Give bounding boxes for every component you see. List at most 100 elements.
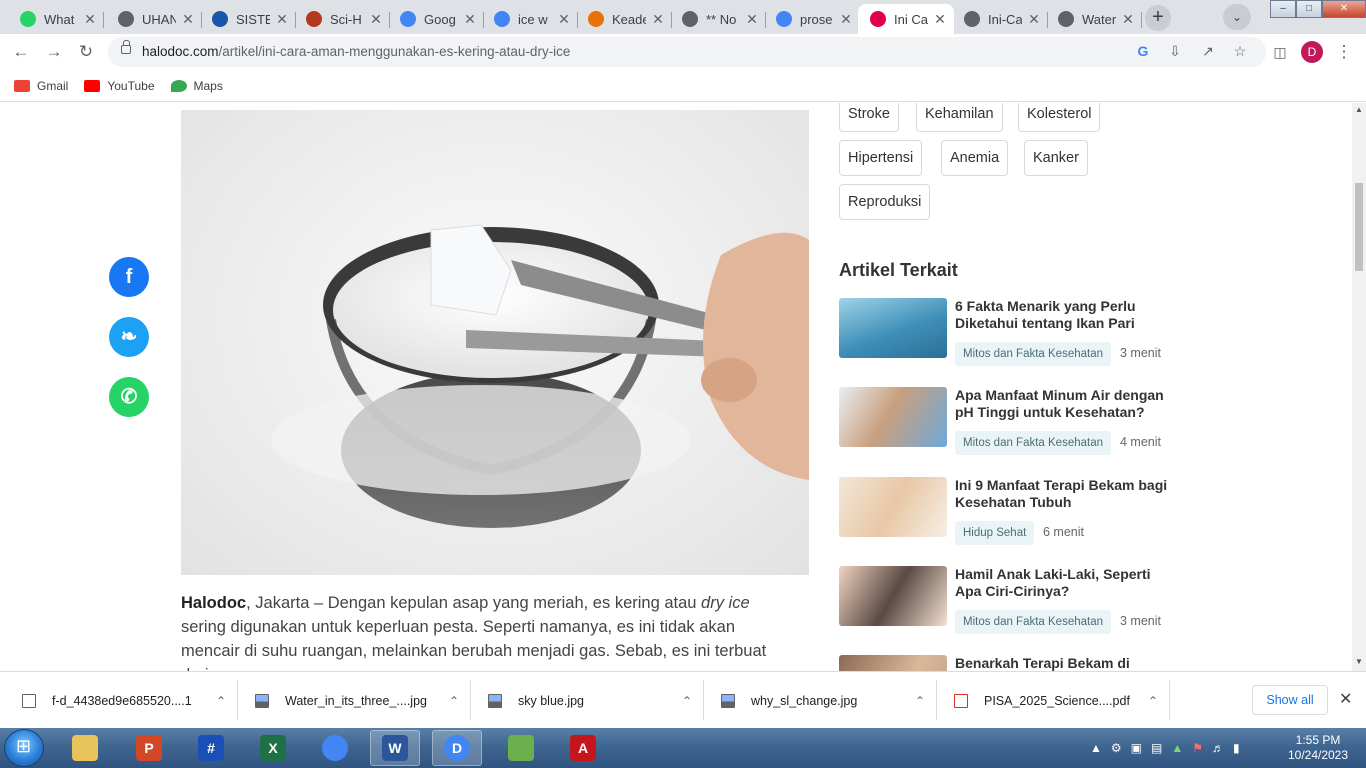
- download-item[interactable]: why_sl_change.jpg ⌃: [721, 672, 925, 729]
- tag-kehamilan[interactable]: Kehamilan: [916, 103, 1003, 132]
- tab-close-icon[interactable]: ✕: [368, 11, 384, 28]
- tab-close-icon[interactable]: ✕: [1120, 11, 1136, 28]
- tab-search-button[interactable]: ⌄: [1223, 4, 1251, 30]
- install-icon[interactable]: ⇩: [1166, 43, 1184, 60]
- tab-close-icon[interactable]: ✕: [462, 11, 478, 28]
- tag-reproduksi[interactable]: Reproduksi: [839, 184, 931, 220]
- clock[interactable]: 1:55 PM 10/24/2023: [1282, 733, 1354, 763]
- taskbar-word[interactable]: W: [370, 730, 420, 766]
- tab-7[interactable]: ** No ✕: [670, 4, 766, 34]
- tab-5[interactable]: ice w ✕: [482, 4, 578, 34]
- maximize-button[interactable]: □: [1296, 0, 1322, 18]
- whatsapp-share-icon[interactable]: ✆: [109, 377, 149, 417]
- tab-close-icon[interactable]: ✕: [838, 11, 854, 28]
- tab-close-icon[interactable]: ✕: [932, 11, 948, 28]
- tag-anemia[interactable]: Anemia: [941, 140, 1009, 176]
- tray-flag-icon[interactable]: ⚑: [1192, 741, 1203, 755]
- related-title[interactable]: 6 Fakta Menarik yang Perlu Diketahui ten…: [955, 298, 1175, 332]
- profile-avatar[interactable]: D: [1301, 41, 1323, 63]
- bookmark-maps[interactable]: Maps: [170, 79, 223, 93]
- tab-close-icon[interactable]: ✕: [274, 11, 290, 28]
- bookmark-youtube[interactable]: YouTube: [84, 79, 155, 93]
- chevron-up-icon[interactable]: ⌃: [1148, 694, 1158, 708]
- download-item[interactable]: sky blue.jpg ⌃: [488, 672, 692, 729]
- related-title[interactable]: Hamil Anak Laki-Laki, Seperti Apa Ciri-C…: [955, 566, 1175, 600]
- forward-arrow-icon[interactable]: →: [43, 41, 65, 63]
- menu-icon[interactable]: ⋮: [1333, 41, 1355, 63]
- category-badge[interactable]: Mitos dan Fakta Kesehatan: [955, 342, 1111, 366]
- tag-kanker[interactable]: Kanker: [1024, 140, 1088, 176]
- bookmark-gmail[interactable]: Gmail: [14, 79, 68, 93]
- minimize-button[interactable]: –: [1270, 0, 1296, 18]
- google-lens-icon[interactable]: G: [1134, 43, 1152, 59]
- related-article[interactable]: Apa Manfaat Minum Air dengan pH Tinggi u…: [839, 387, 1179, 455]
- download-item[interactable]: f-d_4438ed9e685520....1 ⌃: [22, 672, 226, 729]
- chevron-up-icon[interactable]: ⌃: [915, 694, 925, 708]
- tab-0[interactable]: What ✕: [8, 4, 104, 34]
- category-badge[interactable]: Mitos dan Fakta Kesehatan: [955, 610, 1111, 634]
- tray-power-icon[interactable]: ▮: [1233, 741, 1240, 755]
- show-all-button[interactable]: Show all: [1252, 685, 1328, 715]
- taskbar-excel[interactable]: X: [248, 730, 298, 766]
- tag-stroke[interactable]: Stroke: [839, 103, 899, 132]
- facebook-share-icon[interactable]: f: [109, 257, 149, 297]
- share-icon[interactable]: ↗: [1199, 43, 1217, 60]
- volume-icon[interactable]: ♬: [1212, 741, 1224, 755]
- related-thumbnail[interactable]: [839, 298, 947, 358]
- tray-drive-icon[interactable]: ▲: [1171, 741, 1183, 755]
- tray-network-icon[interactable]: ▤: [1151, 741, 1162, 755]
- new-tab-button[interactable]: +: [1145, 5, 1171, 31]
- tab-10[interactable]: Ini-Ca ✕: [952, 4, 1048, 34]
- side-panel-icon[interactable]: ◫: [1269, 41, 1291, 63]
- tab-1[interactable]: UHAN ✕: [106, 4, 202, 34]
- tab-2[interactable]: SISTE ✕: [200, 4, 296, 34]
- related-thumbnail[interactable]: [839, 566, 947, 626]
- related-title[interactable]: Ini 9 Manfaat Terapi Bekam bagi Kesehata…: [955, 477, 1175, 511]
- tab-close-icon[interactable]: ✕: [82, 11, 98, 28]
- tray-monitor-icon[interactable]: ▣: [1131, 741, 1142, 755]
- taskbar-chrome-profile[interactable]: D: [432, 730, 482, 766]
- category-badge[interactable]: Mitos dan Fakta Kesehatan: [955, 431, 1111, 455]
- tab-9[interactable]: Ini Ca ✕: [858, 4, 954, 34]
- taskbar-acrobat[interactable]: A: [558, 730, 608, 766]
- taskbar-explorer[interactable]: [60, 730, 110, 766]
- related-thumbnail[interactable]: [839, 387, 947, 447]
- tab-8[interactable]: prose ✕: [764, 4, 860, 34]
- scroll-down-icon[interactable]: ▼: [1355, 657, 1363, 666]
- download-item[interactable]: PISA_2025_Science....pdf ⌃: [954, 672, 1158, 729]
- twitter-share-icon[interactable]: ❧: [109, 317, 149, 357]
- chevron-up-icon[interactable]: ⌃: [449, 694, 459, 708]
- related-thumbnail[interactable]: [839, 477, 947, 537]
- bookmark-star-icon[interactable]: ☆: [1231, 43, 1249, 60]
- taskbar-hash-app[interactable]: #: [186, 730, 236, 766]
- tab-close-icon[interactable]: ✕: [744, 11, 760, 28]
- related-title[interactable]: Benarkah Terapi Bekam di: [955, 655, 1175, 671]
- start-button[interactable]: [4, 729, 44, 767]
- tray-tools-icon[interactable]: ⚙: [1111, 741, 1122, 755]
- related-article[interactable]: Benarkah Terapi Bekam di: [839, 655, 1179, 671]
- category-badge[interactable]: Hidup Sehat: [955, 521, 1035, 545]
- reload-icon[interactable]: ↻: [75, 41, 97, 63]
- chevron-up-icon[interactable]: ⌃: [216, 694, 226, 708]
- tab-3[interactable]: Sci-H ✕: [294, 4, 390, 34]
- back-arrow-icon[interactable]: ←: [10, 41, 32, 63]
- related-article[interactable]: 6 Fakta Menarik yang Perlu Diketahui ten…: [839, 298, 1179, 366]
- page-scrollbar[interactable]: ▲ ▼: [1352, 103, 1366, 671]
- close-downloads-icon[interactable]: ✕: [1339, 689, 1352, 709]
- related-article[interactable]: Ini 9 Manfaat Terapi Bekam bagi Kesehata…: [839, 477, 1179, 545]
- scroll-up-icon[interactable]: ▲: [1355, 105, 1363, 114]
- tag-hipertensi[interactable]: Hipertensi: [839, 140, 923, 176]
- tag-kolesterol[interactable]: Kolesterol: [1018, 103, 1101, 132]
- scrollbar-thumb[interactable]: [1355, 183, 1363, 271]
- tab-close-icon[interactable]: ✕: [556, 11, 572, 28]
- related-title[interactable]: Apa Manfaat Minum Air dengan pH Tinggi u…: [955, 387, 1175, 421]
- taskbar-chrome[interactable]: [310, 730, 360, 766]
- tab-close-icon[interactable]: ✕: [650, 11, 666, 28]
- taskbar-powerpoint[interactable]: P: [124, 730, 174, 766]
- download-item[interactable]: Water_in_its_three_....jpg ⌃: [255, 672, 459, 729]
- tab-11[interactable]: Water ✕: [1046, 4, 1142, 34]
- taskbar-leaf-app[interactable]: [496, 730, 546, 766]
- address-bar[interactable]: halodoc.com/artikel/ini-cara-aman-menggu…: [108, 37, 1266, 67]
- url-text[interactable]: halodoc.com/artikel/ini-cara-aman-menggu…: [142, 44, 570, 59]
- related-thumbnail[interactable]: [839, 655, 947, 671]
